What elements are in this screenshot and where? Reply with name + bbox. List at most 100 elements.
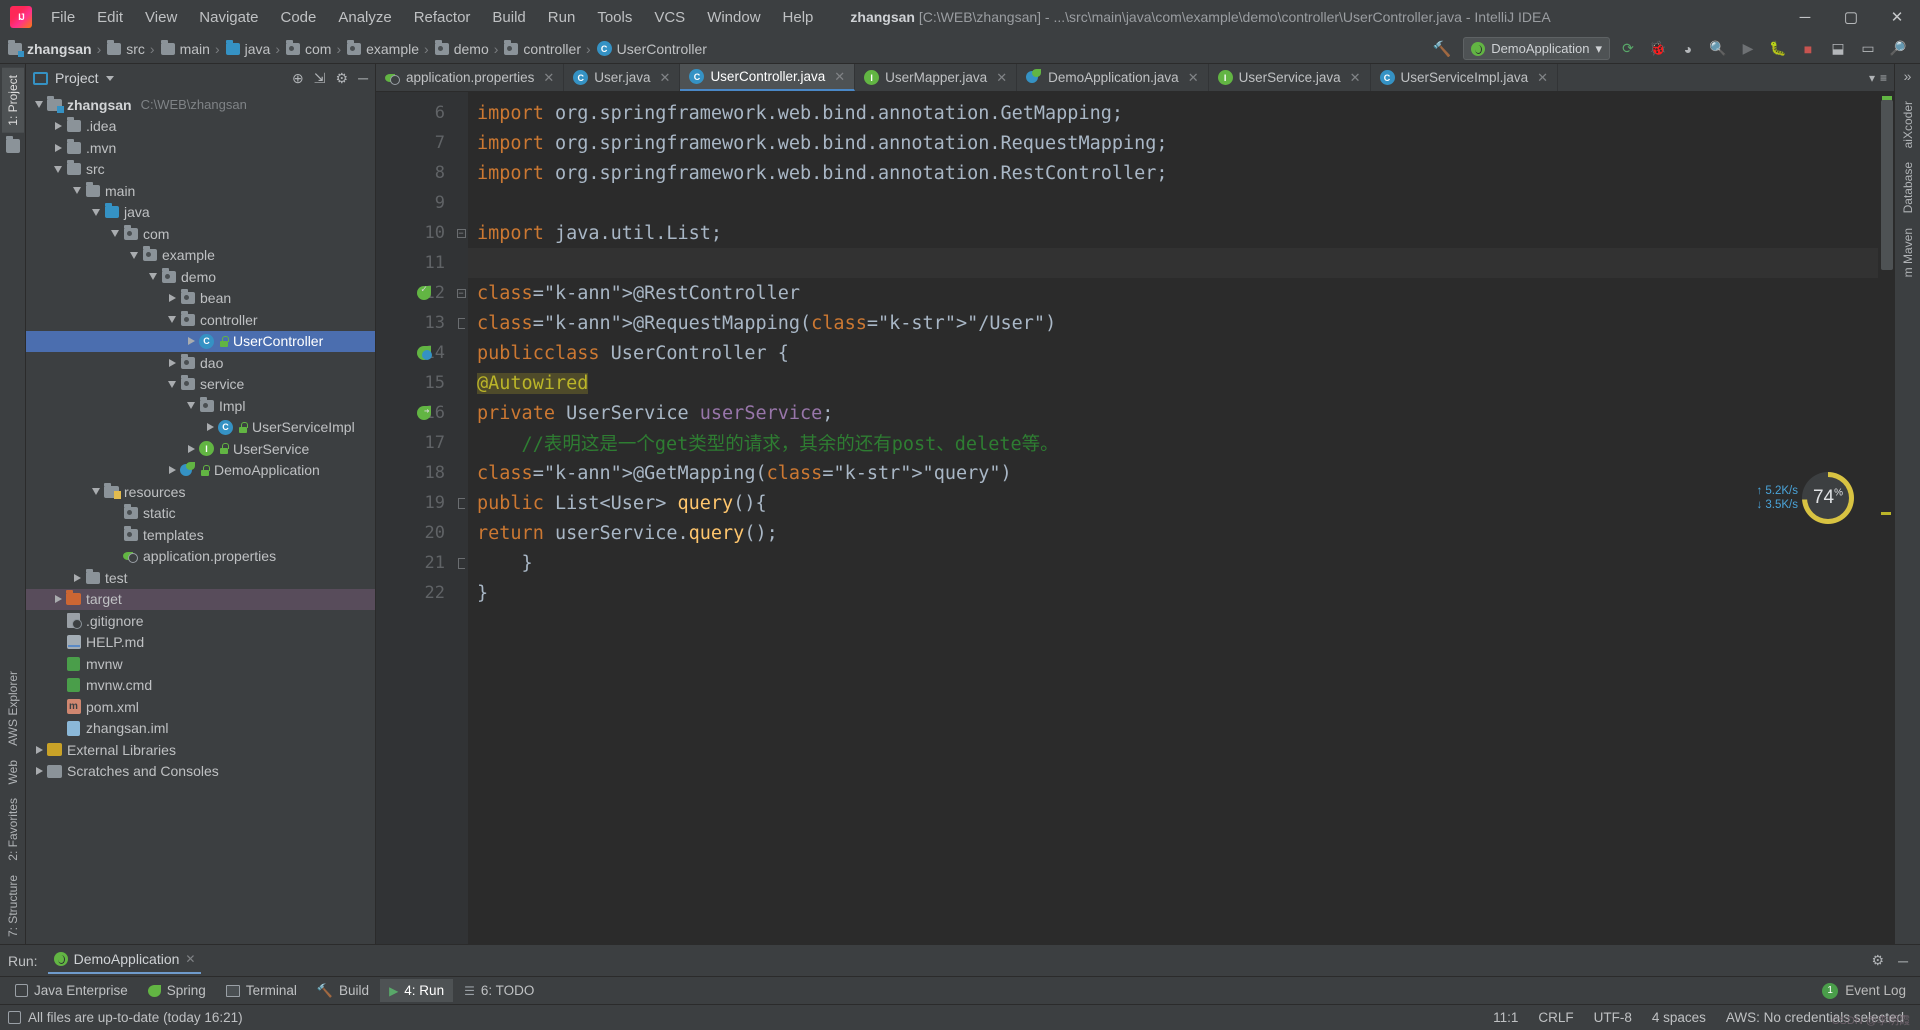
tree-row[interactable]: templates: [26, 524, 375, 546]
code-line[interactable]: }: [468, 548, 1878, 578]
tree-row[interactable]: application.properties: [26, 546, 375, 568]
fold-marker[interactable]: [454, 518, 468, 548]
tree-row[interactable]: dao: [26, 352, 375, 374]
breadcrumb-zhangsan[interactable]: zhangsan: [4, 39, 95, 59]
profiler-icon[interactable]: 🔍: [1706, 37, 1730, 61]
code-line[interactable]: }: [468, 578, 1878, 608]
code-content[interactable]: import org.springframework.web.bind.anno…: [468, 92, 1878, 944]
code-line[interactable]: public List<User> query(){: [468, 488, 1878, 518]
tree-row[interactable]: com: [26, 223, 375, 245]
code-line[interactable]: class ="k-ann">@GetMapping(class ="k-str">…: [468, 458, 1878, 488]
collapse-arrow-icon[interactable]: [89, 488, 103, 496]
build-hammer-icon[interactable]: 🔨: [1427, 40, 1458, 58]
editor-tab[interactable]: I UserService.java ✕: [1209, 64, 1371, 91]
settings-gear-icon[interactable]: ▭: [1856, 37, 1880, 61]
expand-arrow-icon[interactable]: [51, 595, 65, 604]
close-icon[interactable]: ✕: [834, 69, 845, 85]
tool-tab-build[interactable]: 🔨 Build: [308, 979, 378, 1003]
tree-row[interactable]: External Libraries: [26, 739, 375, 761]
editor-tab[interactable]: C UserServiceImpl.java ✕: [1371, 64, 1558, 91]
expand-arrow-icon[interactable]: [51, 122, 65, 131]
code-line[interactable]: class ="k-ann">@RequestMapping(class ="k-s…: [468, 308, 1878, 338]
breadcrumb-java[interactable]: java: [222, 39, 274, 59]
sidebar-item-structure[interactable]: 7: Structure: [2, 868, 24, 944]
tree-row-root[interactable]: zhangsan C:\WEB\zhangsan: [26, 94, 375, 116]
close-icon[interactable]: ✕: [1537, 70, 1548, 86]
minimize-button[interactable]: ─: [1782, 0, 1828, 34]
close-icon[interactable]: ✕: [1350, 70, 1361, 86]
expand-arrow-icon[interactable]: [165, 466, 179, 475]
fold-region-bracket[interactable]: [457, 317, 465, 329]
code-line[interactable]: [468, 248, 1878, 278]
line-number-gutter[interactable]: 6 7 8 9 10 11 12 13 14 15 16 17 18 19 20 21 22: [376, 92, 454, 944]
fold-marker[interactable]: −: [454, 278, 468, 308]
editor-tabs-overflow[interactable]: ▾ ≡: [1862, 64, 1894, 91]
collapse-all-icon[interactable]: ⇲: [314, 70, 326, 87]
hide-panel-icon[interactable]: ─: [358, 70, 368, 86]
chevron-down-icon[interactable]: ▾: [1869, 71, 1875, 85]
collapse-arrow-icon[interactable]: [51, 165, 65, 173]
tree-row[interactable]: test: [26, 567, 375, 589]
close-icon[interactable]: ✕: [660, 70, 671, 86]
tree-row[interactable]: static: [26, 503, 375, 525]
sidebar-item-project[interactable]: 1: Project: [1, 68, 24, 133]
tool-tab-terminal[interactable]: Terminal: [217, 979, 306, 1002]
sidebar-item-favorites[interactable]: 2: Favorites: [2, 791, 24, 868]
fold-marker[interactable]: [454, 128, 468, 158]
editor-tab[interactable]: I UserMapper.java ✕: [855, 64, 1018, 91]
expand-arrow-icon[interactable]: [70, 573, 84, 582]
menu-window[interactable]: Window: [696, 5, 771, 30]
tree-row[interactable]: src: [26, 159, 375, 181]
close-icon[interactable]: ✕: [996, 70, 1007, 86]
run-button-icon[interactable]: ▶: [1736, 37, 1760, 61]
tree-row[interactable]: demo: [26, 266, 375, 288]
menu-code[interactable]: Code: [269, 5, 327, 30]
fold-marker[interactable]: [454, 248, 468, 278]
code-line[interactable]: import org.springframework.web.bind.anno…: [468, 98, 1878, 128]
menu-vcs[interactable]: VCS: [643, 5, 696, 30]
code-folding-gutter[interactable]: − −: [454, 92, 468, 944]
fold-marker[interactable]: [454, 158, 468, 188]
tree-row[interactable]: main: [26, 180, 375, 202]
collapse-arrow-icon[interactable]: [89, 208, 103, 216]
tree-row[interactable]: .idea: [26, 116, 375, 138]
fold-marker[interactable]: [454, 548, 468, 578]
code-line[interactable]: class ="k-ann">@RestController: [468, 278, 1878, 308]
tree-row[interactable]: .mvn: [26, 137, 375, 159]
breadcrumb-usercontroller[interactable]: C UserController: [593, 39, 710, 59]
code-line[interactable]: //表明这是一个get类型的请求，其余的还有post、delete等。: [468, 428, 1878, 458]
gutter-spring-bean-icon[interactable]: [416, 284, 432, 301]
run-tab-demoapplication[interactable]: DemoApplication ✕: [47, 947, 202, 974]
collapse-arrow-icon[interactable]: [108, 230, 122, 238]
close-icon[interactable]: ✕: [185, 952, 195, 966]
fold-marker[interactable]: [454, 488, 468, 518]
expand-arrow-icon[interactable]: [51, 143, 65, 152]
fold-collapse-icon[interactable]: −: [456, 288, 466, 298]
tree-row[interactable]: mvnw.cmd: [26, 675, 375, 697]
menu-file[interactable]: File: [40, 5, 86, 30]
close-icon[interactable]: ✕: [543, 70, 554, 86]
code-line[interactable]: return userService. query ();: [468, 518, 1878, 548]
collapse-arrow-icon[interactable]: [70, 187, 84, 195]
fold-marker[interactable]: [454, 428, 468, 458]
tree-row[interactable]: bean: [26, 288, 375, 310]
code-line[interactable]: import org.springframework.web.bind.anno…: [468, 158, 1878, 188]
tree-row[interactable]: DemoApplication: [26, 460, 375, 482]
close-button[interactable]: ✕: [1874, 0, 1920, 34]
collapse-arrow-icon[interactable]: [146, 273, 160, 281]
code-line[interactable]: private UserService userService;: [468, 398, 1878, 428]
stop-button-icon[interactable]: ■: [1796, 37, 1820, 61]
code-line[interactable]: @Autowired: [468, 368, 1878, 398]
code-line[interactable]: [468, 188, 1878, 218]
panel-settings-gear-icon[interactable]: ⚙: [336, 70, 349, 87]
expand-arrow-icon[interactable]: [184, 337, 198, 346]
editor-scrollbar[interactable]: [1878, 92, 1894, 944]
tree-row[interactable]: .gitignore: [26, 610, 375, 632]
breadcrumb-main[interactable]: main: [157, 39, 213, 59]
sidebar-item-database[interactable]: Database: [1897, 155, 1919, 220]
expand-right-icon[interactable]: »: [1904, 68, 1912, 84]
fold-collapse-icon[interactable]: −: [456, 228, 466, 238]
expand-arrow-icon[interactable]: [165, 294, 179, 303]
maximize-button[interactable]: ▢: [1828, 0, 1874, 34]
caret-position[interactable]: 11:1: [1493, 1010, 1518, 1025]
